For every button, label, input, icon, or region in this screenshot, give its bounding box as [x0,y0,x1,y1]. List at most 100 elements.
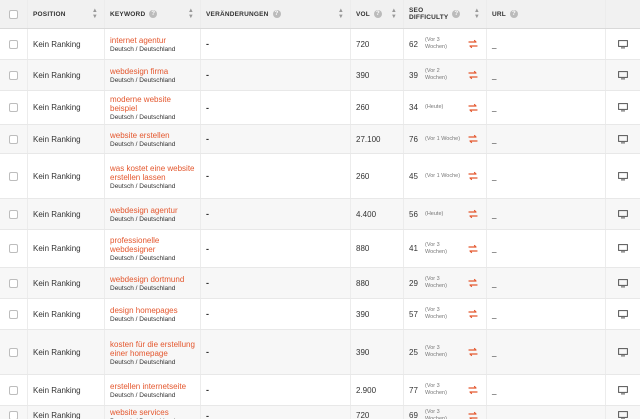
help-icon[interactable]: ? [373,10,382,18]
column-header-seo-difficulty[interactable]: SEO DIFFICULTY ? ▲ ▼ [404,0,487,28]
help-icon[interactable]: ? [272,10,281,18]
seo-difficulty-value: 76 [409,134,418,144]
refresh-icon[interactable] [467,347,479,357]
monitor-icon[interactable] [618,39,628,49]
seo-label-line1: SEO [409,7,424,14]
vol-cell: 720 [351,29,404,59]
seo-difficulty-cell: 39 (Vor 2 Wochen) [404,60,487,90]
row-checkbox[interactable] [9,134,18,144]
refresh-icon[interactable] [467,309,479,319]
monitor-icon[interactable] [618,171,628,181]
change-value: - [206,278,209,288]
vol-value: 880 [356,244,370,253]
refresh-icon[interactable] [467,134,479,144]
help-icon[interactable]: ? [509,10,518,18]
monitor-icon[interactable] [618,209,628,219]
row-checkbox[interactable] [9,103,18,112]
seo-difficulty-cell: 57 (Vor 3 Wochen) [404,299,487,329]
row-select-cell [0,29,28,59]
row-checkbox[interactable] [9,278,18,288]
refresh-icon[interactable] [467,171,479,181]
row-checkbox[interactable] [9,171,18,181]
keyword-cell: design homepages Deutsch / Deutschland [105,299,201,329]
position-cell: Kein Ranking [28,406,105,419]
changes-cell: - [201,299,351,329]
keyword-link[interactable]: internet agentur [110,36,166,45]
seo-difficulty-updated: (Vor 3 Wochen) [425,408,447,419]
row-checkbox[interactable] [9,385,18,395]
monitor-icon[interactable] [618,103,628,112]
actions-cell [606,299,640,329]
refresh-icon[interactable] [467,278,479,288]
keyword-link[interactable]: kosten für die erstellung einer homepage [110,340,200,358]
refresh-icon[interactable] [467,39,479,49]
row-select-cell [0,125,28,153]
column-header-vol[interactable]: VOL ? ▲ ▼ [351,0,404,28]
column-header-url[interactable]: URL ? [487,0,606,28]
keyword-link[interactable]: webdesign agentur [110,206,178,215]
row-checkbox[interactable] [9,347,18,357]
keyword-link[interactable]: webdesign firma [110,67,168,76]
keyword-link[interactable]: website erstellen [110,131,170,140]
column-header-changes[interactable]: VERÄNDERUNGEN ? ▲ ▼ [201,0,351,28]
refresh-icon[interactable] [467,209,479,219]
keyword-link[interactable]: erstellen internetseite [110,382,186,391]
position-cell: Kein Ranking [28,230,105,267]
seo-difficulty-updated: (Heute) [425,104,444,110]
url-cell: _ [487,199,606,229]
row-select-cell [0,375,28,405]
refresh-icon[interactable] [467,103,479,113]
vol-cell: 2.900 [351,375,404,405]
sort-arrows-icon[interactable]: ▲ ▼ [391,8,397,20]
refresh-icon[interactable] [467,385,479,395]
monitor-icon[interactable] [618,411,628,419]
actions-cell [606,91,640,124]
sort-arrows-icon[interactable]: ▲ ▼ [474,8,480,20]
help-icon[interactable]: ? [452,10,461,18]
monitor-icon[interactable] [618,134,628,144]
position-cell: Kein Ranking [28,268,105,298]
seo-difficulty-updated: (Vor 3 Wochen) [425,307,447,320]
seo-difficulty-value: 39 [409,70,418,80]
changes-cell: - [201,125,351,153]
keyword-link[interactable]: was kostet eine website erstellen lassen [110,164,200,182]
keyword-location: Deutsch / Deutschland [110,46,176,53]
monitor-icon[interactable] [618,244,628,253]
row-select-cell [0,91,28,124]
row-checkbox[interactable] [9,209,18,219]
column-header-position[interactable]: POSITION ▲ ▼ [28,0,105,28]
select-all-checkbox[interactable] [9,9,18,19]
keyword-link[interactable]: moderne website beispiel [110,95,200,113]
monitor-icon[interactable] [618,385,628,395]
keyword-link[interactable]: website services [110,408,169,417]
refresh-icon[interactable] [467,411,479,419]
keyword-link[interactable]: professionelle webdesigner [110,236,200,254]
seo-difficulty-value: 77 [409,385,418,395]
keyword-location: Deutsch / Deutschland [110,182,176,190]
url-cell: _ [487,60,606,90]
sort-arrows-icon[interactable]: ▲ ▼ [188,8,194,20]
refresh-icon[interactable] [467,244,479,254]
keyword-link[interactable]: design homepages [110,306,178,315]
table-body: Kein Ranking internet agentur Deutsch / … [0,29,640,419]
row-checkbox[interactable] [9,309,18,319]
help-icon[interactable]: ? [149,10,158,18]
monitor-icon[interactable] [618,278,628,288]
keyword-location: Deutsch / Deutschland [110,316,176,323]
position-cell: Kein Ranking [28,375,105,405]
refresh-icon[interactable] [467,70,479,80]
row-checkbox[interactable] [9,70,18,80]
column-header-actions [606,0,640,28]
monitor-icon[interactable] [618,70,628,80]
keyword-link[interactable]: webdesign dortmund [110,275,184,284]
column-header-keyword[interactable]: KEYWORD ? ▲ ▼ [105,0,201,28]
monitor-icon[interactable] [618,347,628,357]
row-checkbox[interactable] [9,411,18,419]
sort-arrows-icon[interactable]: ▲ ▼ [338,8,344,20]
row-checkbox[interactable] [9,39,18,49]
table-row: Kein Ranking internet agentur Deutsch / … [0,29,640,60]
sort-arrows-icon[interactable]: ▲ ▼ [92,8,98,20]
monitor-icon[interactable] [618,309,628,319]
keyword-ranking-table: POSITION ▲ ▼ KEYWORD ? ▲ ▼ VERÄNDERUNGEN ?… [0,0,640,419]
row-checkbox[interactable] [9,244,18,253]
